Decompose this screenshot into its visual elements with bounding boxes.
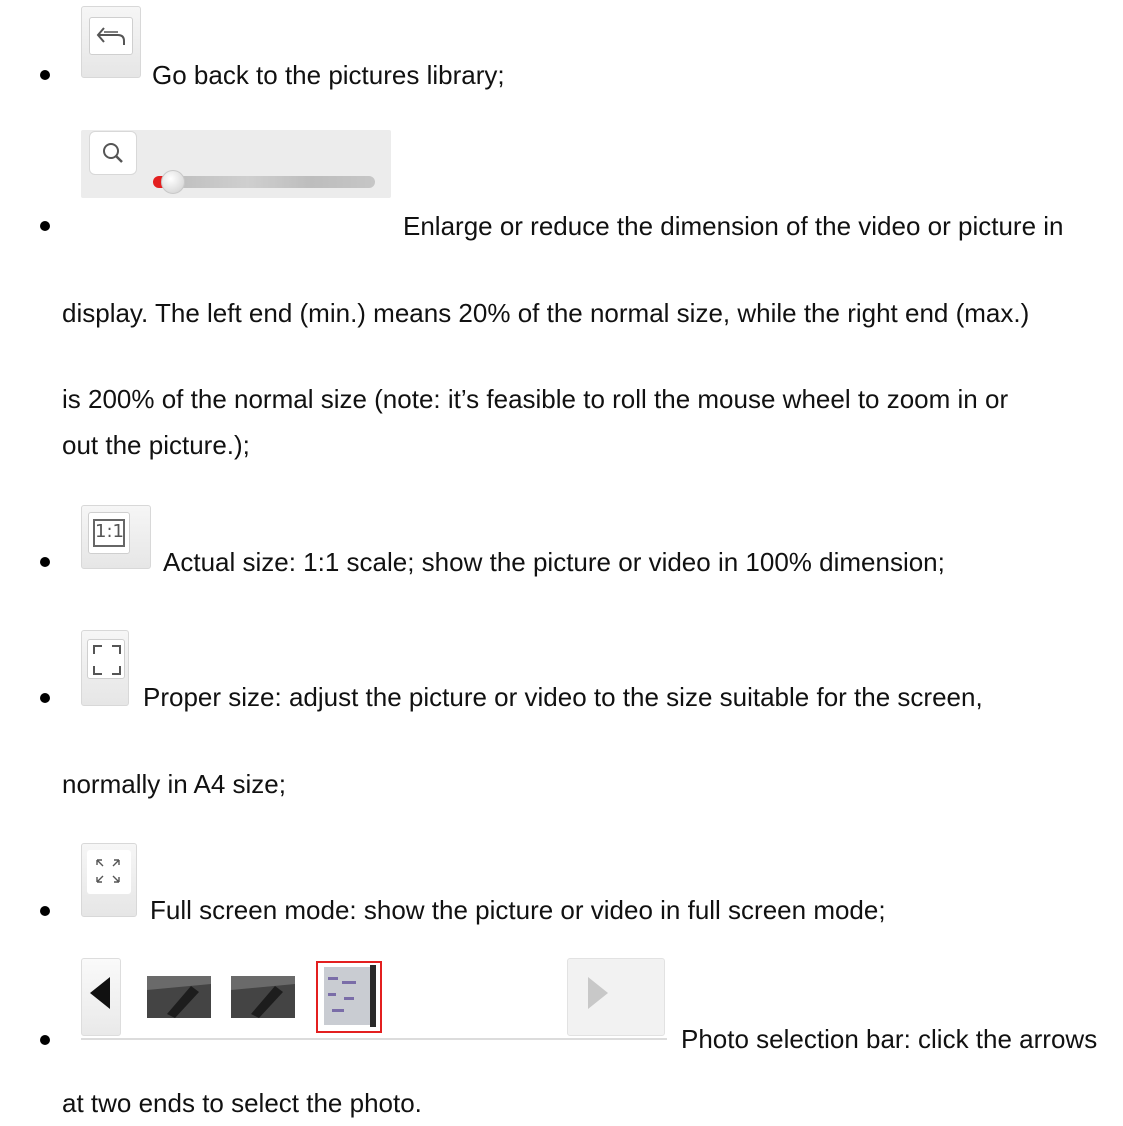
photo-thumbnail[interactable] [231, 976, 295, 1018]
item-text-line: display. The left end (min.) means 20% o… [62, 298, 1030, 328]
photo-thumbnail-image [147, 976, 211, 1018]
actual-size-icon: 1:1 [93, 519, 125, 547]
full-screen-icon [96, 859, 120, 883]
full-screen-button[interactable] [81, 843, 137, 917]
item-text-line: Full screen mode: show the picture or vi… [150, 895, 886, 925]
item-text-line: out the picture.); [62, 430, 250, 460]
bullet [40, 557, 50, 567]
zoom-slider-control[interactable] [81, 130, 391, 198]
bullet [40, 906, 50, 916]
go-back-icon [96, 27, 125, 45]
item-text-line: Proper size: adjust the picture or video… [143, 682, 983, 712]
photo-thumbnail-image [324, 965, 376, 1027]
item-text-line: Actual size: 1:1 scale; show the picture… [163, 547, 945, 577]
bullet [40, 693, 50, 703]
next-photo-button[interactable] [567, 958, 665, 1036]
actual-size-button[interactable]: 1:1 [81, 505, 151, 569]
arrow-left-icon [90, 977, 110, 1009]
proper-size-button[interactable] [81, 630, 129, 706]
proper-size-icon [93, 645, 121, 675]
photo-selection-bar[interactable] [81, 958, 667, 1040]
photo-thumbnail[interactable] [147, 976, 211, 1018]
item-text-line: Enlarge or reduce the dimension of the v… [403, 211, 1064, 241]
zoom-button[interactable] [89, 131, 137, 175]
bullet [40, 70, 50, 80]
item-text-line: is 200% of the normal size (note: it’s f… [62, 384, 1009, 414]
bullet [40, 221, 50, 231]
bullet [40, 1035, 50, 1045]
photo-thumbnail-selected[interactable] [316, 961, 382, 1033]
go-back-button[interactable] [81, 6, 141, 78]
photo-thumbnail-image [231, 976, 295, 1018]
zoom-slider-thumb[interactable] [161, 170, 185, 194]
zoom-slider-track[interactable] [163, 176, 375, 188]
arrow-right-icon [588, 977, 608, 1009]
item-text-line: at two ends to select the photo. [62, 1088, 422, 1118]
magnifier-icon [103, 143, 123, 163]
item-text-line: normally in A4 size; [62, 769, 286, 799]
previous-photo-button[interactable] [81, 958, 121, 1036]
item-text-line: Go back to the pictures library; [152, 60, 505, 90]
item-text-line: Photo selection bar: click the arrows [681, 1024, 1098, 1054]
